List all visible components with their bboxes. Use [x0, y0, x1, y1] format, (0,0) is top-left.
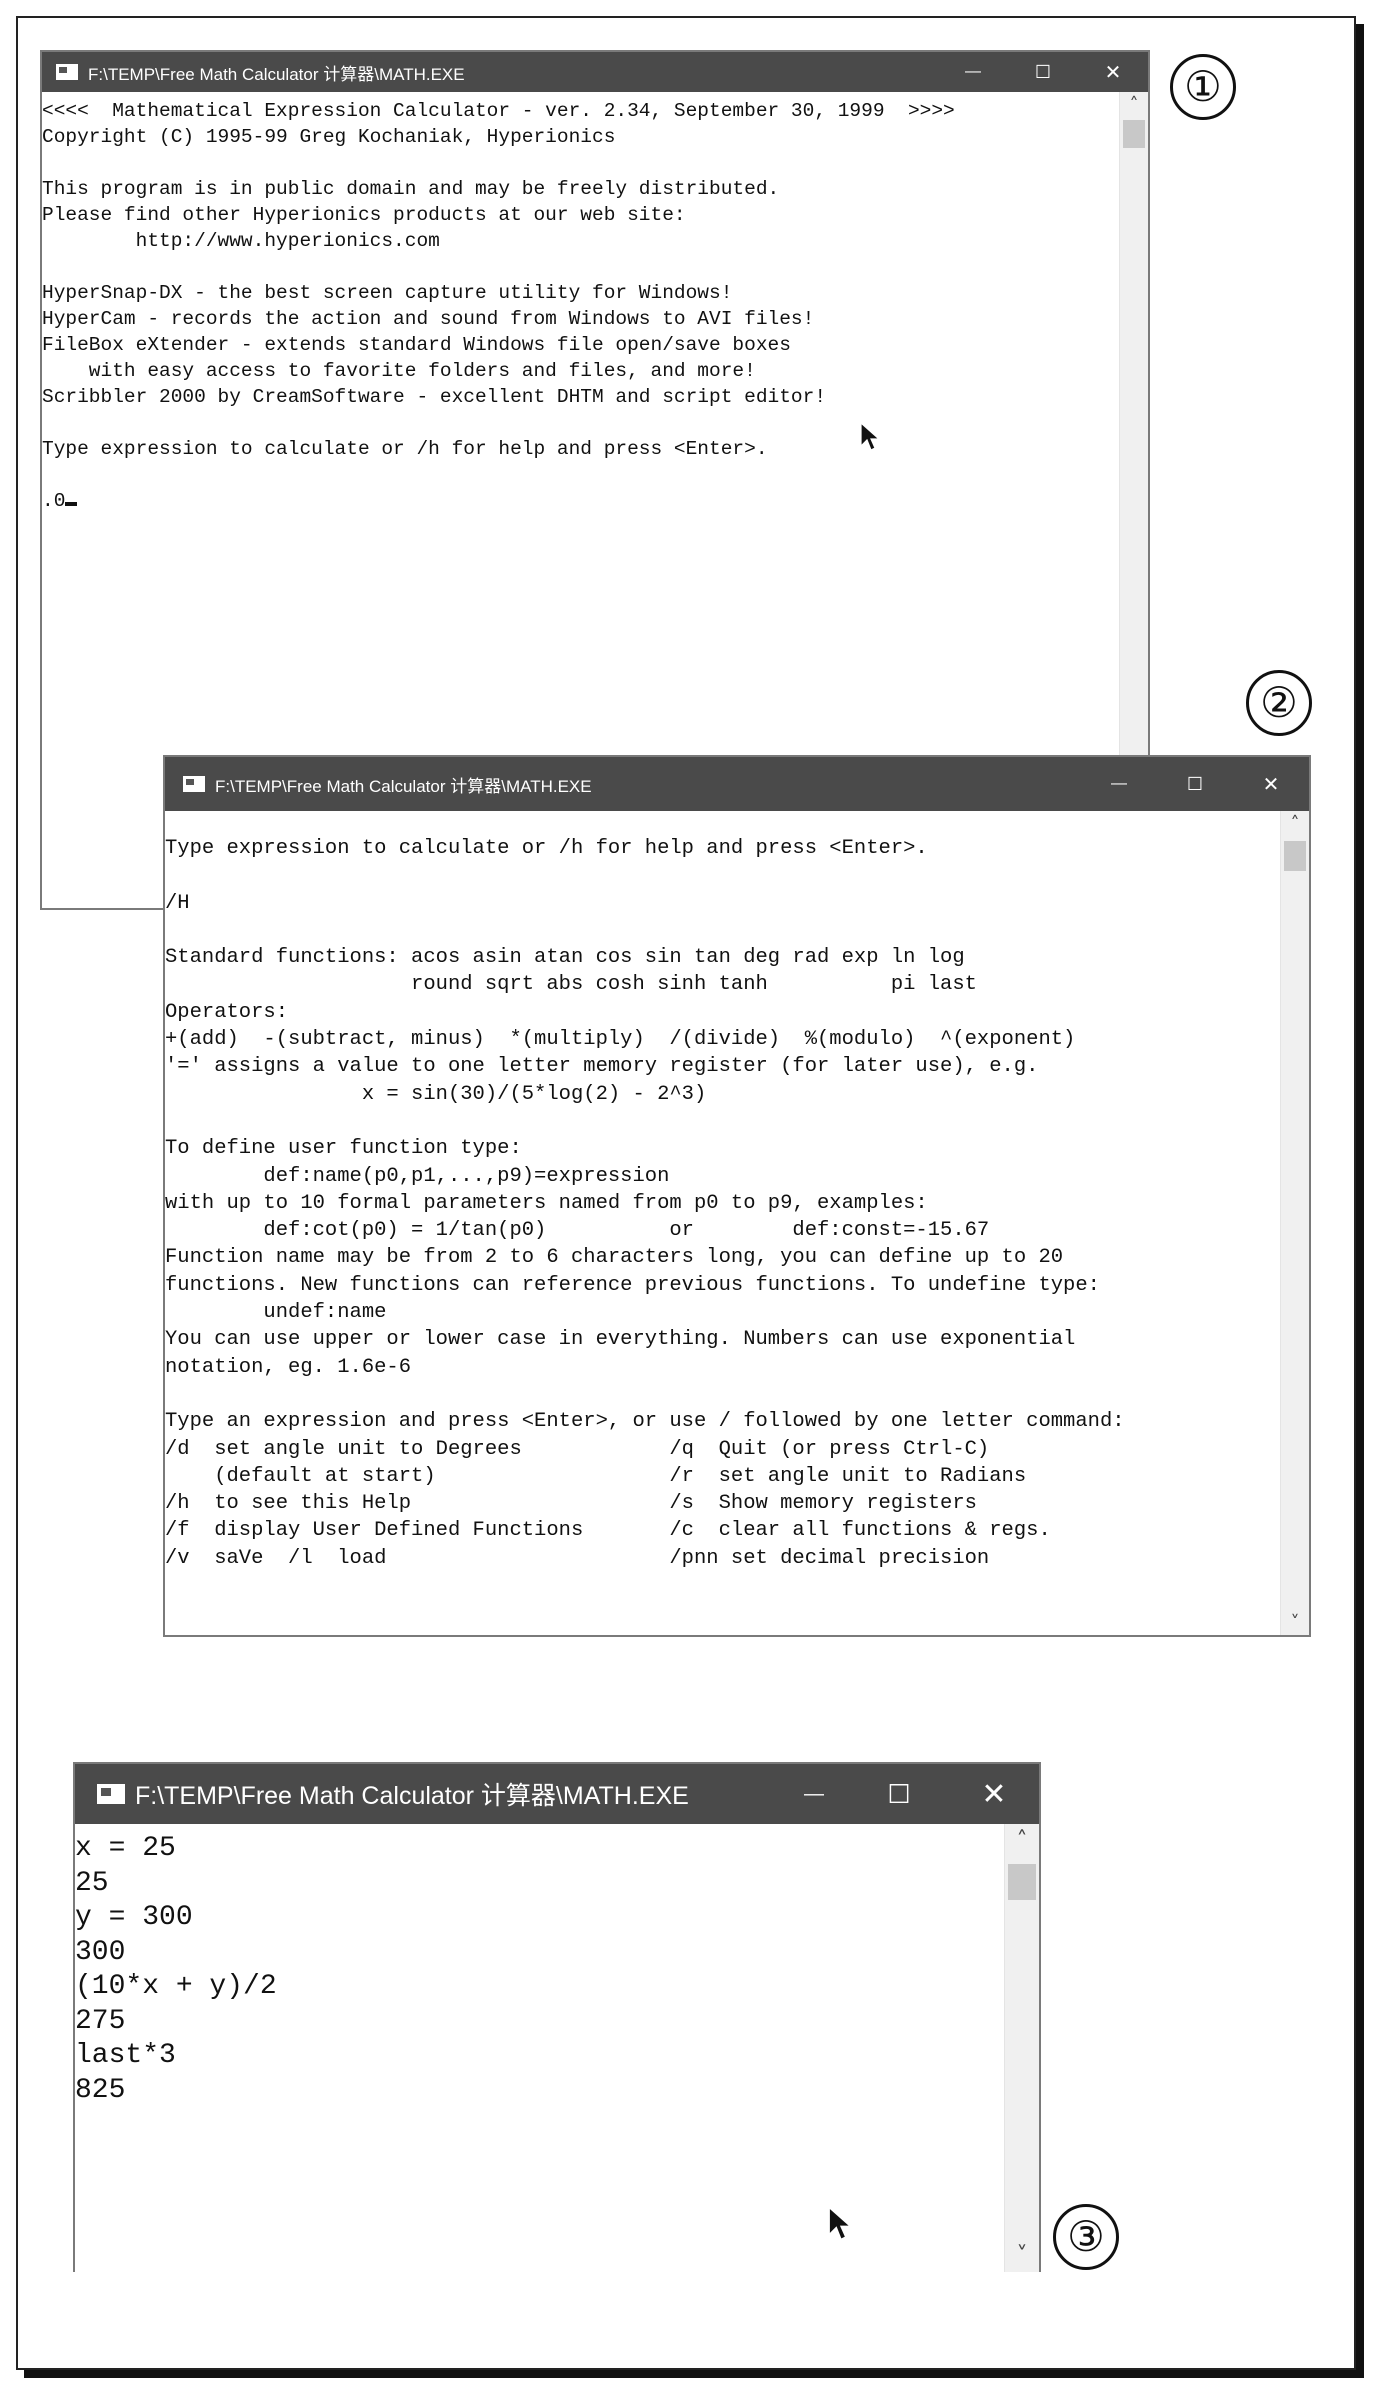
window-1-title: F:\TEMP\Free Math Calculator 计算器\MATH.EX… [88, 64, 465, 84]
close-button[interactable]: ✕ [949, 1777, 1039, 1812]
text-cursor [65, 502, 78, 506]
calculation-line: (10*x + y)/2 [75, 1971, 277, 2002]
console-line: FileBox eXtender - extends standard Wind… [42, 334, 791, 356]
calculation-line: 25 [75, 1867, 109, 1899]
help-line: /H [165, 891, 190, 915]
window-2-title: F:\TEMP\Free Math Calculator 计算器\MATH.EX… [215, 776, 592, 796]
help-line: def:cot(p0) = 1/tan(p0) or def:const=-15… [165, 1219, 990, 1243]
console-app-icon [97, 1784, 125, 1804]
maximize-button[interactable]: ☐ [1008, 62, 1078, 83]
help-line: /v saVe /l load /pnn set decimal precisi… [165, 1546, 990, 1570]
maximize-button[interactable]: ☐ [1157, 774, 1233, 795]
scroll-down-icon[interactable]: ˅ [1005, 2243, 1039, 2268]
window-2-titlebar[interactable]: F:\TEMP\Free Math Calculator 计算器\MATH.EX… [165, 757, 1309, 811]
help-line: Function name may be from 2 to 6 charact… [165, 1246, 1064, 1270]
scroll-thumb[interactable] [1008, 1864, 1036, 1900]
window-1-titlebar[interactable]: F:\TEMP\Free Math Calculator 计算器\MATH.EX… [42, 52, 1148, 92]
console-line: <<<< Mathematical Expression Calculator … [42, 100, 955, 122]
calculation-output: x = 25 25 y = 300 300 (10*x + y)/2 275 last*3 8… [75, 1824, 277, 2108]
mouse-pointer-icon [828, 2206, 853, 2241]
help-line: undef:name [165, 1301, 387, 1325]
window-2-scrollbar[interactable]: ˄ ˅ [1280, 811, 1309, 1635]
console-line: with easy access to favorite folders and… [42, 360, 756, 382]
help-line [165, 862, 1125, 889]
window-3-titlebar[interactable]: F:\TEMP\Free Math Calculator 计算器\MATH.EX… [75, 1764, 1039, 1824]
close-button[interactable]: ✕ [1233, 772, 1309, 797]
calculation-line: 300 [75, 1936, 126, 1968]
scroll-down-icon[interactable]: ˅ [1281, 1612, 1309, 1633]
help-line: notation, eg. 1.6e-6 [165, 1355, 412, 1379]
console-window-3[interactable]: F:\TEMP\Free Math Calculator 计算器\MATH.EX… [73, 1762, 1041, 2272]
help-line: You can use upper or lower case in every… [165, 1328, 1076, 1352]
window-1-bottom-edge [40, 908, 164, 910]
minimize-button[interactable]: — [1081, 775, 1157, 793]
console-window-2[interactable]: F:\TEMP\Free Math Calculator 计算器\MATH.EX… [163, 755, 1311, 1637]
maximize-button[interactable]: ☐ [849, 1779, 949, 1810]
help-line: with up to 10 formal parameters named fr… [165, 1191, 928, 1215]
help-line: Type an expression and press <Enter>, or… [165, 1410, 1125, 1434]
console-line: This program is in public domain and may… [42, 178, 780, 200]
window-3-title: F:\TEMP\Free Math Calculator 计算器\MATH.EX… [135, 1782, 689, 1810]
console-line: Scribbler 2000 by CreamSoftware - excell… [42, 386, 827, 408]
console-app-icon [56, 64, 78, 80]
help-line: Standard functions: acos asin atan cos s… [165, 946, 965, 970]
help-line: /d set angle unit to Degrees /q Quit (or… [165, 1437, 990, 1461]
help-line [165, 917, 1125, 944]
console-output: <<<< Mathematical Expression Calculator … [42, 92, 955, 514]
help-text-output: Type expression to calculate or /h for h… [165, 811, 1125, 1572]
window-3-scrollbar[interactable]: ˄ ˅ [1004, 1824, 1039, 2272]
minimize-button[interactable]: — [779, 1783, 849, 1806]
help-line: functions. New functions can reference p… [165, 1273, 1100, 1297]
prompt-text: .0 [42, 490, 66, 512]
scroll-up-icon[interactable]: ˄ [1281, 813, 1309, 834]
help-line: x = sin(30)/(5*log(2) - 2^3) [165, 1082, 707, 1106]
help-line: Operators: [165, 1000, 289, 1024]
help-line: def:name(p0,p1,...,p9)=expression [165, 1164, 670, 1188]
console-line: Copyright (C) 1995-99 Greg Kochaniak, Hy… [42, 126, 616, 148]
callout-1: ① [1170, 54, 1236, 120]
help-line: To define user function type: [165, 1137, 522, 1161]
calculation-line: last*3 [75, 2040, 176, 2071]
help-line: '=' assigns a value to one letter memory… [165, 1055, 1039, 1079]
callout-3: ③ [1053, 2204, 1119, 2270]
command-prompt[interactable]: .0 [42, 488, 955, 514]
help-line: +(add) -(subtract, minus) *(multiply) /(… [165, 1028, 1076, 1052]
console-line: http://www.hyperionics.com [42, 230, 440, 252]
help-line: /f display User Defined Functions /c cle… [165, 1519, 1051, 1543]
calculation-line: x = 25 [75, 1833, 176, 1864]
calculation-line: 275 [75, 2005, 126, 2037]
console-line: Please find other Hyperionics products a… [42, 204, 686, 226]
callout-2: ② [1246, 670, 1312, 736]
mouse-pointer-icon [860, 422, 881, 451]
minimize-button[interactable]: — [938, 63, 1008, 81]
calculation-line: 825 [75, 2074, 126, 2106]
help-line [165, 1108, 1125, 1135]
calculation-line: y = 300 [75, 1902, 193, 1933]
scroll-thumb[interactable] [1284, 841, 1306, 871]
scroll-up-icon[interactable]: ˄ [1120, 94, 1148, 115]
scroll-thumb[interactable] [1123, 120, 1145, 148]
console-line: HyperCam - records the action and sound … [42, 308, 815, 330]
help-line: round sqrt abs cosh sinh tanh pi last [165, 973, 977, 997]
window-3-client: x = 25 25 y = 300 300 (10*x + y)/2 275 last*3 8… [75, 1824, 1005, 2272]
help-line: Type expression to calculate or /h for h… [165, 837, 928, 860]
console-app-icon [183, 776, 205, 792]
help-line [165, 1381, 1125, 1408]
scroll-up-icon[interactable]: ˄ [1005, 1828, 1039, 1853]
console-line: HyperSnap-DX - the best screen capture u… [42, 282, 733, 304]
help-line: (default at start) /r set angle unit to … [165, 1464, 1027, 1488]
close-button[interactable]: ✕ [1078, 60, 1148, 85]
window-2-client: Type expression to calculate or /h for h… [165, 811, 1281, 1635]
help-line: /h to see this Help /s Show memory regis… [165, 1492, 977, 1516]
console-line: Type expression to calculate or /h for h… [42, 438, 768, 460]
